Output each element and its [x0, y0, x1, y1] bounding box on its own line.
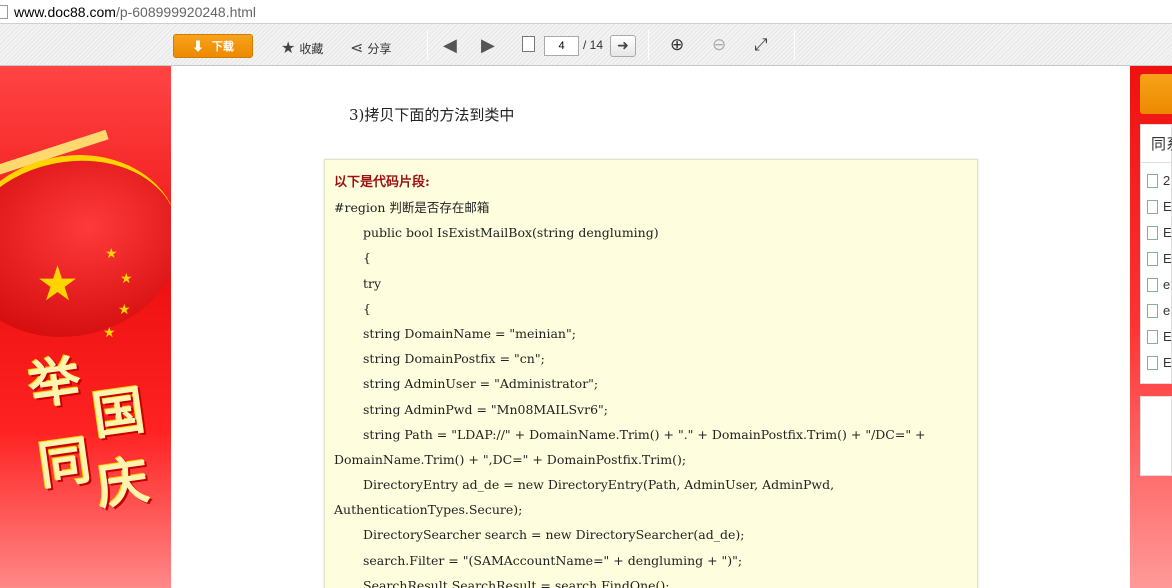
url-path: /p-608999920248.html [115, 3, 257, 20]
document-icon [1147, 173, 1158, 188]
code-line: #region 判断是否存在邮箱 [334, 200, 490, 215]
divider [1141, 162, 1172, 163]
flag-decoration [0, 135, 171, 357]
related-doc-item[interactable]: E [1147, 225, 1172, 240]
code-line: string DomainPostfix = "cn"; [363, 351, 545, 367]
url-host: www.doc88.com [14, 3, 116, 20]
code-line: string DomainName = "meinian"; [363, 325, 576, 341]
page-number-input[interactable] [544, 36, 579, 56]
address-bar[interactable]: www.doc88.com/p-608999920248.html [0, 0, 1172, 24]
next-page-button[interactable]: ▶ [481, 35, 495, 56]
zoom-out-icon: ⊖ [712, 35, 727, 54]
related-doc-item[interactable]: E [1147, 329, 1172, 344]
related-doc-label: E [1163, 355, 1172, 370]
prev-page-button[interactable]: ◀ [443, 35, 457, 56]
share-button[interactable]: ⋖ 分享 [350, 38, 391, 58]
related-doc-item[interactable]: 2 [1147, 173, 1172, 188]
related-doc-item[interactable]: E [1147, 199, 1172, 214]
arrow-left-icon: ◀ [443, 35, 457, 55]
zoom-in-icon: ⊕ [670, 35, 685, 54]
document-icon [1147, 355, 1158, 370]
code-line: DomainName.Trim() + ",DC=" + DomainPostf… [334, 451, 687, 467]
related-doc-item[interactable]: E [1147, 355, 1172, 370]
document-icon [1147, 225, 1158, 240]
toolbar-divider [648, 30, 649, 60]
total-pages: / 14 [583, 38, 604, 52]
go-arrow-icon: ➜ [617, 38, 629, 54]
code-snippet: 以下是代码片段: #region 判断是否存在邮箱 public bool IsE… [324, 159, 978, 588]
slogan-char: 庆 [92, 449, 153, 518]
fullscreen-button[interactable]: ⤢ [754, 35, 768, 55]
favorite-button[interactable]: ★ 收藏 [281, 38, 323, 58]
code-line: DirectorySearcher search = new Directory… [363, 527, 745, 543]
related-docs-panel: 同系 2EEEeeEE [1140, 124, 1172, 384]
code-line: string AdminUser = "Administrator"; [363, 376, 599, 392]
document-toolbar: ⬇ 下载 ★ 收藏 ⋖ 分享 ◀ ▶ / 14 ➜ ⊕ ⊖ ⤢ [0, 24, 1172, 66]
star-icon: ★ [103, 325, 116, 341]
code-line: SearchResult SearchResult = search.FindO… [363, 577, 670, 588]
star-icon: ★ [105, 246, 118, 262]
related-doc-label: E [1163, 329, 1172, 344]
favorite-label: 收藏 [299, 41, 324, 56]
related-doc-label: E [1163, 225, 1172, 240]
document-icon [1147, 251, 1158, 266]
slogan-char: 同 [34, 429, 95, 498]
download-arrow-icon: ⬇ [192, 37, 204, 54]
star-icon: ★ [118, 302, 131, 318]
sidebar-panel [1140, 396, 1172, 476]
share-label: 分享 [367, 41, 392, 56]
slogan-char: 举 [24, 349, 85, 418]
related-doc-label: e [1163, 303, 1171, 318]
code-line: public bool IsExistMailBox(string denglu… [363, 225, 659, 241]
code-line: AuthenticationTypes.Secure); [334, 502, 523, 518]
code-line: string Path = "LDAP://" + DomainName.Tri… [363, 426, 926, 442]
share-icon: ⋖ [350, 40, 364, 57]
toolbar-divider [427, 30, 428, 60]
download-button[interactable]: ⬇ 下载 [173, 34, 253, 58]
left-ad-banner[interactable]: ★ ★ ★ ★ ★ 举 国 同 庆 [0, 66, 171, 588]
related-doc-label: e [1163, 277, 1171, 292]
toolbar-divider [794, 30, 795, 60]
fullscreen-icon: ⤢ [754, 35, 768, 54]
go-page-button[interactable]: ➜ [610, 35, 636, 57]
code-header: 以下是代码片段: [334, 175, 430, 190]
related-docs-title: 同系 [1151, 135, 1172, 153]
url-text[interactable]: www.doc88.com/p-608999920248.html [14, 4, 256, 20]
related-doc-item[interactable]: e [1147, 277, 1172, 292]
document-icon [1147, 329, 1158, 344]
page-icon [0, 4, 8, 19]
related-doc-item[interactable]: E [1147, 251, 1172, 266]
related-doc-label: E [1163, 199, 1172, 214]
download-label: 下载 [211, 41, 234, 53]
star-icon: ★ [36, 256, 80, 312]
code-line: { [363, 300, 371, 316]
star-icon: ★ [281, 40, 296, 57]
zoom-in-button[interactable]: ⊕ [670, 35, 684, 55]
document-page: 3)拷贝下面的方法到类中 以下是代码片段: #region 判断是否存在邮箱 pu… [171, 66, 1130, 588]
document-icon [1147, 303, 1158, 318]
star-icon: ★ [120, 271, 133, 287]
sidebar-action-button[interactable] [1140, 74, 1172, 114]
related-doc-label: 2 [1163, 173, 1171, 188]
code-line: string AdminPwd = "Mn08MAILSvr6"; [363, 401, 608, 417]
page-icon [522, 36, 535, 52]
code-line: search.Filter = "(SAMAccountName=" + den… [363, 552, 743, 568]
document-icon [1147, 199, 1158, 214]
zoom-out-button[interactable]: ⊖ [712, 35, 726, 55]
document-icon [1147, 277, 1158, 292]
code-lines: #region 判断是否存在邮箱 public bool IsExistMailB… [334, 195, 968, 588]
code-line: try [363, 275, 382, 291]
code-line: { [363, 250, 371, 266]
related-doc-label: E [1163, 251, 1172, 266]
related-doc-item[interactable]: e [1147, 303, 1172, 318]
code-line: DirectoryEntry ad_de = new DirectoryEntr… [363, 477, 835, 493]
step-text: 3)拷贝下面的方法到类中 [349, 106, 515, 124]
arrow-right-icon: ▶ [481, 35, 495, 55]
